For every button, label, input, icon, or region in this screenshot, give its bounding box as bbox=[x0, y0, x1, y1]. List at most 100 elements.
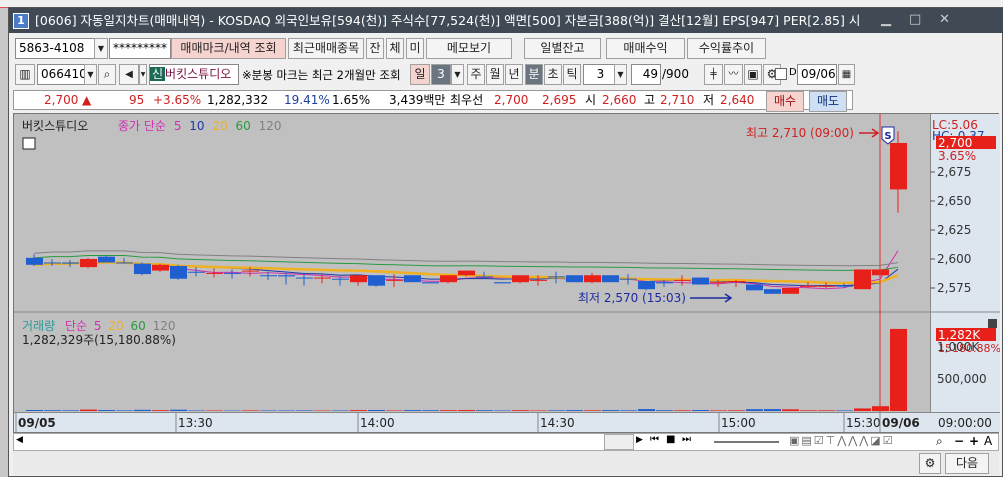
count-input[interactable]: 49 bbox=[631, 64, 661, 85]
ma10-label: 10 bbox=[189, 119, 204, 133]
code-dropdown-icon[interactable]: ▼ bbox=[84, 64, 97, 85]
candle-body bbox=[62, 262, 79, 264]
candle bbox=[26, 254, 43, 266]
speaker-dropdown-icon[interactable]: ▼ bbox=[139, 64, 147, 85]
zoom-in-icon[interactable]: + bbox=[969, 434, 979, 448]
day-count-dropdown-icon[interactable]: ▼ bbox=[451, 64, 464, 85]
candle-body bbox=[566, 275, 583, 283]
candle bbox=[332, 276, 349, 286]
scroll-left-icon[interactable]: ◀ bbox=[16, 435, 23, 445]
candle-body bbox=[530, 279, 547, 281]
price-panel-name[interactable]: 버킷스튜디오 bbox=[22, 119, 88, 133]
candle-body bbox=[692, 277, 709, 285]
period-second-button[interactable]: 초 bbox=[544, 64, 562, 85]
zoom-icon[interactable]: ⌕ bbox=[936, 434, 943, 449]
date-input[interactable]: 09/06 bbox=[797, 64, 837, 85]
volume-bar bbox=[728, 410, 745, 411]
trade-mark-query-button[interactable]: 매매마크/내역 조회 bbox=[171, 38, 286, 59]
scroll-thumb[interactable] bbox=[604, 434, 634, 450]
search-icon[interactable]: ⌕ bbox=[98, 64, 116, 85]
calendar-icon[interactable]: ▦ bbox=[838, 64, 855, 85]
buy-button[interactable]: 매수 bbox=[766, 91, 804, 112]
candlestick-chart[interactable]: 버킷스튜디오 종가 단순 5 10 20 60 120 최고 2,710 (09… bbox=[14, 114, 1000, 432]
minimize-icon[interactable]: ▁ bbox=[881, 12, 891, 27]
save-icon[interactable]: ▣ bbox=[744, 64, 762, 85]
candle-body bbox=[278, 275, 295, 277]
volume-bar bbox=[512, 410, 529, 411]
volume-bar bbox=[782, 409, 799, 411]
speaker-icon[interactable]: ◀︎ bbox=[119, 64, 139, 85]
day-count-select[interactable]: 3 bbox=[431, 64, 451, 85]
chart-scrollbar[interactable]: ◀ ▶ ⏮ ■ ⏭ ▣▤☑⊤⋀⋀⋀◪☑ ⌕ − + A bbox=[13, 433, 999, 451]
candle bbox=[782, 288, 799, 294]
candle bbox=[674, 275, 691, 286]
chart-area[interactable]: 버킷스튜디오 종가 단순 5 10 20 60 120 최고 2,710 (09… bbox=[13, 113, 1000, 433]
candle-body bbox=[890, 143, 907, 190]
d-label: D bbox=[789, 67, 797, 78]
trade-profit-button[interactable]: 매매수익 bbox=[606, 38, 685, 59]
period-day-button[interactable]: 일 bbox=[410, 64, 430, 85]
volume-bar bbox=[350, 410, 367, 411]
drawing-tools-icons[interactable]: ▣▤☑⊤⋀⋀⋀◪☑ bbox=[789, 434, 895, 447]
fast-forward-icon[interactable]: ⏭ bbox=[682, 434, 691, 445]
stock-code-input[interactable]: 066410 bbox=[37, 64, 87, 85]
memo-button[interactable]: 메모보기 bbox=[426, 38, 512, 59]
candle-body bbox=[494, 282, 511, 284]
candle bbox=[134, 262, 151, 276]
executed-button[interactable]: 체 bbox=[386, 38, 404, 59]
candle-body bbox=[764, 289, 781, 294]
close-panel-icon[interactable] bbox=[988, 319, 997, 328]
period-month-button[interactable]: 월 bbox=[486, 64, 504, 85]
scroll-right-icon[interactable]: ▶ bbox=[636, 435, 643, 445]
account-select[interactable]: 5863-4108 bbox=[15, 38, 95, 59]
title-bar[interactable]: [0606] 자동일지차트(매매내역) - KOSDAQ 외국인보유[594(천… bbox=[9, 8, 1003, 33]
credit-badge: 신 bbox=[150, 67, 166, 81]
maximize-icon[interactable]: □ bbox=[909, 12, 921, 27]
volume-bar bbox=[386, 410, 403, 411]
candle-body bbox=[80, 259, 97, 268]
password-field[interactable]: ********* bbox=[109, 38, 171, 59]
candle-body bbox=[170, 265, 187, 279]
stock-name-field[interactable]: 신 버킷스튜디오 bbox=[149, 64, 239, 85]
period-minute-button[interactable]: 분 bbox=[525, 64, 543, 85]
daily-balance-button[interactable]: 일별잔고 bbox=[524, 38, 601, 59]
next-button[interactable]: 다음 bbox=[945, 453, 989, 474]
volume-value: 1,282,332 bbox=[207, 93, 269, 107]
zoom-out-icon[interactable]: − bbox=[954, 434, 964, 448]
settings-gear-icon[interactable]: ⚙ bbox=[919, 453, 941, 474]
max-price-annotation: 최고 2,710 (09:00) bbox=[746, 126, 854, 140]
low-price: 2,640 bbox=[720, 93, 755, 107]
recent-items-button[interactable]: 최근매매종목 bbox=[288, 38, 364, 59]
stock-name: 버킷스튜디오 bbox=[165, 67, 232, 81]
period-tick-button[interactable]: 틱 bbox=[563, 64, 581, 85]
panel-icon[interactable]: ▥ bbox=[15, 64, 35, 85]
volume-bar bbox=[242, 410, 259, 411]
speed-slider[interactable] bbox=[714, 441, 779, 443]
add-indicator-icon[interactable]: 〰 bbox=[724, 64, 743, 85]
interval-select[interactable]: 3 bbox=[583, 64, 615, 85]
candle-body bbox=[404, 275, 421, 283]
account-dropdown-icon[interactable]: ▼ bbox=[94, 38, 108, 59]
best-ask: 2,700 bbox=[494, 93, 529, 107]
return-trend-button[interactable]: 수익률추이 bbox=[687, 38, 766, 59]
period-year-button[interactable]: 년 bbox=[505, 64, 523, 85]
volume-bar bbox=[638, 409, 655, 411]
volume-bar bbox=[278, 410, 295, 411]
close-icon[interactable]: ✕ bbox=[939, 12, 950, 27]
sell-button[interactable]: 매도 bbox=[809, 91, 847, 112]
balance-button[interactable]: 잔 bbox=[366, 38, 384, 59]
interval-dropdown-icon[interactable]: ▼ bbox=[614, 64, 627, 85]
font-icon[interactable]: A bbox=[984, 434, 992, 448]
rewind-icon[interactable]: ⏮ bbox=[650, 434, 659, 445]
vol-ma60-label: 60 bbox=[130, 319, 145, 333]
ma-label: 종가 단순 bbox=[118, 119, 166, 133]
period-week-button[interactable]: 주 bbox=[467, 64, 485, 85]
vol-ma20-label: 20 bbox=[108, 319, 123, 333]
data-table-icon[interactable] bbox=[22, 137, 36, 150]
volume-bar bbox=[674, 410, 691, 411]
unexecuted-button[interactable]: 미 bbox=[406, 38, 424, 59]
stop-icon[interactable]: ■ bbox=[666, 434, 675, 445]
add-candle-icon[interactable]: ╪ bbox=[704, 64, 723, 85]
candle bbox=[350, 275, 367, 286]
d-checkbox[interactable] bbox=[775, 68, 787, 80]
